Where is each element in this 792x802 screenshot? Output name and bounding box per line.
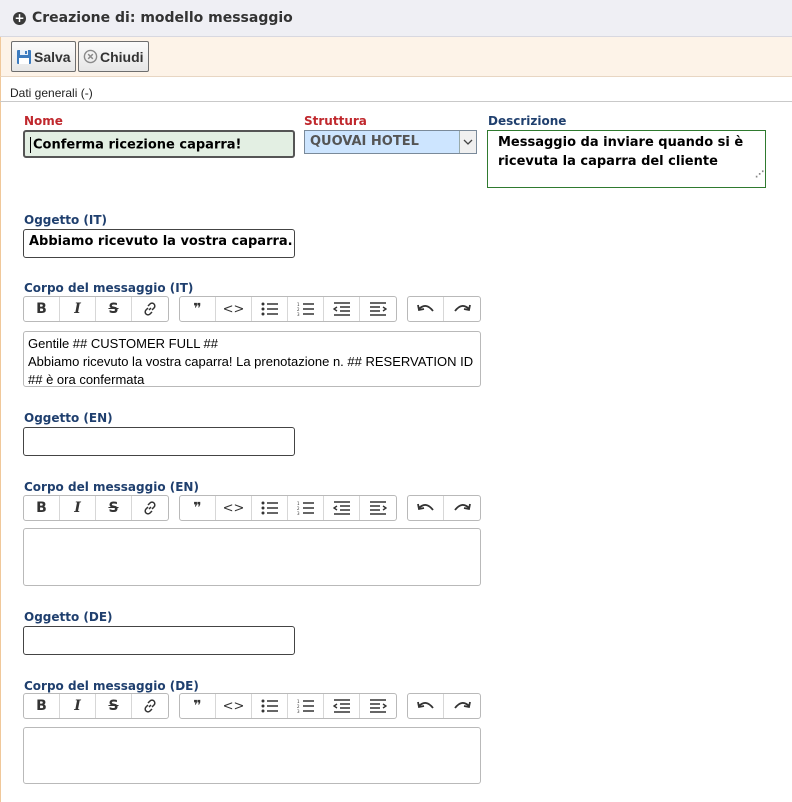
nome-label: Nome <box>24 114 63 128</box>
numbered-list-icon[interactable]: 123 <box>288 694 324 718</box>
descrizione-label: Descrizione <box>488 114 567 128</box>
italic-icon[interactable]: I <box>60 297 96 321</box>
oggetto-en-label: Oggetto (EN) <box>24 411 113 425</box>
oggetto-de-label: Oggetto (DE) <box>24 610 113 624</box>
close-button[interactable]: Chiudi <box>78 41 149 72</box>
left-border <box>0 77 1 802</box>
section-divider <box>0 101 792 102</box>
oggetto-en-input[interactable] <box>23 427 295 456</box>
text-caret <box>30 137 31 153</box>
corpo-it-editor[interactable]: Gentile ## CUSTOMER FULL ## Abbiamo rice… <box>23 331 481 387</box>
section-toggle-dati-generali[interactable]: Dati generali (-) <box>10 86 93 100</box>
nome-input[interactable]: Conferma ricezione caparra! <box>23 130 295 158</box>
redo-icon[interactable] <box>444 694 480 718</box>
corpo-de-editor[interactable] <box>23 727 481 784</box>
oggetto-it-label: Oggetto (IT) <box>24 213 108 227</box>
close-label: Chiudi <box>100 48 144 65</box>
editor-toolbar-it: B I S ❞ <> 123 <box>23 296 491 322</box>
page-title: Creazione di: modello messaggio <box>32 10 293 26</box>
editor-toolbar-de: B I S ❞ <> 123 <box>23 693 491 719</box>
link-icon[interactable] <box>132 297 168 321</box>
indent-icon[interactable] <box>360 496 396 520</box>
numbered-list-icon[interactable]: 123 <box>288 297 324 321</box>
format-group: B I S <box>23 693 169 719</box>
italic-icon[interactable]: I <box>60 694 96 718</box>
oggetto-it-value: Abbiamo ricevuto la vostra caparra... <box>29 234 295 249</box>
bullet-list-icon[interactable] <box>252 297 288 321</box>
svg-text:3: 3 <box>297 312 300 316</box>
corpo-it-line2: Abbiamo ricevuto la vostra caparra! La p… <box>28 354 474 387</box>
strikethrough-icon[interactable]: S <box>96 297 132 321</box>
link-icon[interactable] <box>132 496 168 520</box>
chevron-down-icon[interactable] <box>459 131 476 153</box>
nome-value: Conferma ricezione caparra! <box>33 137 242 153</box>
descrizione-textarea[interactable]: Messaggio da inviare quando si è ricevut… <box>487 130 766 188</box>
descrizione-value: Messaggio da inviare quando si è ricevut… <box>498 135 744 169</box>
save-button[interactable]: Salva <box>11 41 76 72</box>
oggetto-it-input[interactable]: Abbiamo ricevuto la vostra caparra... <box>23 229 295 258</box>
outdent-icon[interactable] <box>324 496 360 520</box>
code-icon[interactable]: <> <box>216 297 252 321</box>
block-group: ❞ <> 123 <box>179 693 397 719</box>
history-group <box>407 495 481 521</box>
struttura-label: Struttura <box>304 114 367 128</box>
link-icon[interactable] <box>132 694 168 718</box>
save-label: Salva <box>34 48 71 65</box>
undo-icon[interactable] <box>408 496 444 520</box>
history-group <box>407 296 481 322</box>
indent-icon[interactable] <box>360 297 396 321</box>
struttura-select[interactable]: QUOVAI HOTEL <box>304 130 477 154</box>
bold-icon[interactable]: B <box>24 694 60 718</box>
italic-icon[interactable]: I <box>60 496 96 520</box>
code-icon[interactable]: <> <box>216 694 252 718</box>
strikethrough-icon[interactable]: S <box>96 694 132 718</box>
window-title-bar: + Creazione di: modello messaggio <box>0 0 792 37</box>
corpo-de-label: Corpo del messaggio (DE) <box>24 679 199 693</box>
quote-icon[interactable]: ❞ <box>180 496 216 520</box>
undo-icon[interactable] <box>408 297 444 321</box>
format-group: B I S <box>23 296 169 322</box>
format-group: B I S <box>23 495 169 521</box>
strikethrough-icon[interactable]: S <box>96 496 132 520</box>
undo-icon[interactable] <box>408 694 444 718</box>
corpo-en-editor[interactable] <box>23 528 481 586</box>
numbered-list-icon[interactable]: 123 <box>288 496 324 520</box>
plus-circle-icon: + <box>13 10 26 25</box>
quote-icon[interactable]: ❞ <box>180 694 216 718</box>
redo-icon[interactable] <box>444 496 480 520</box>
redo-icon[interactable] <box>444 297 480 321</box>
block-group: ❞ <> 123 <box>179 296 397 322</box>
editor-toolbar-en: B I S ❞ <> 123 <box>23 495 491 521</box>
bold-icon[interactable]: B <box>24 496 60 520</box>
struttura-value: QUOVAI HOTEL <box>310 134 419 149</box>
corpo-en-label: Corpo del messaggio (EN) <box>24 480 199 494</box>
indent-icon[interactable] <box>360 694 396 718</box>
corpo-it-line1: Gentile ## CUSTOMER FULL ## <box>28 336 219 351</box>
svg-text:3: 3 <box>297 709 300 713</box>
floppy-disk-icon <box>16 49 32 65</box>
bold-icon[interactable]: B <box>24 297 60 321</box>
outdent-icon[interactable] <box>324 694 360 718</box>
bullet-list-icon[interactable] <box>252 694 288 718</box>
svg-text:3: 3 <box>297 511 300 515</box>
close-circle-icon <box>83 49 98 64</box>
block-group: ❞ <> 123 <box>179 495 397 521</box>
toolbar: Salva Chiudi <box>0 37 792 77</box>
quote-icon[interactable]: ❞ <box>180 297 216 321</box>
corpo-it-label: Corpo del messaggio (IT) <box>24 281 194 295</box>
oggetto-de-input[interactable] <box>23 626 295 655</box>
resize-grip-icon[interactable]: ⋰ <box>755 166 764 185</box>
history-group <box>407 693 481 719</box>
code-icon[interactable]: <> <box>216 496 252 520</box>
outdent-icon[interactable] <box>324 297 360 321</box>
bullet-list-icon[interactable] <box>252 496 288 520</box>
